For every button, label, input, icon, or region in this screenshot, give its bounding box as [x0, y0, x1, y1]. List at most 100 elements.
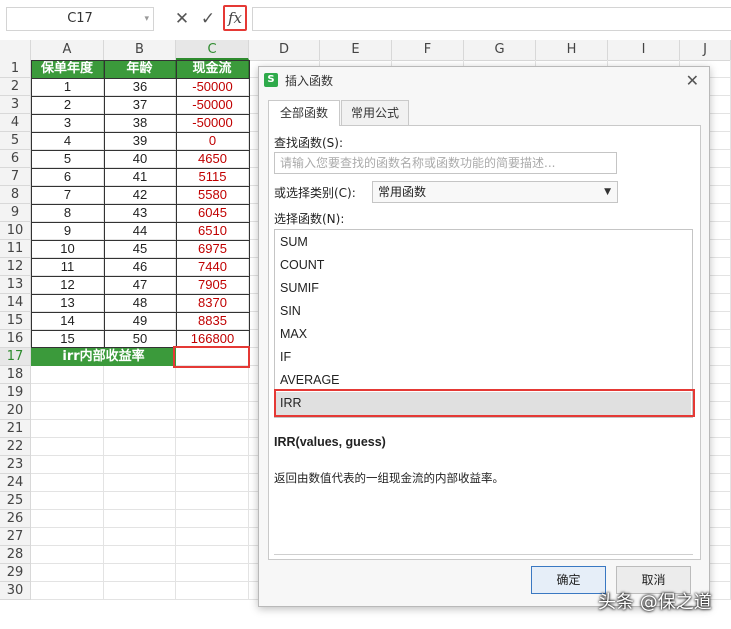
row-header-5[interactable]: 5: [0, 132, 31, 150]
table-cell[interactable]: 12: [31, 276, 104, 294]
table-cell[interactable]: 7: [31, 186, 104, 204]
table-cell[interactable]: 44: [104, 222, 176, 240]
table-cell[interactable]: 1: [31, 78, 104, 96]
name-box[interactable]: C17 ▾: [6, 7, 154, 31]
table-cell[interactable]: 39: [104, 132, 176, 150]
table-cell[interactable]: 40: [104, 150, 176, 168]
tab-common-formulas[interactable]: 常用公式: [341, 100, 409, 125]
row-header-11[interactable]: 11: [0, 240, 31, 258]
table-cell[interactable]: 36: [104, 78, 176, 96]
row-header-19[interactable]: 19: [0, 384, 31, 402]
table-cell[interactable]: 47: [104, 276, 176, 294]
function-item-sumif[interactable]: SUMIF: [276, 277, 691, 300]
column-header-d[interactable]: D: [249, 40, 320, 60]
function-item-sum[interactable]: SUM: [276, 231, 691, 254]
selected-cell-c17[interactable]: [173, 346, 250, 368]
table-cell[interactable]: 6045: [176, 204, 249, 222]
irr-label-cell[interactable]: irr内部收益率: [31, 348, 176, 366]
function-item-sin[interactable]: SIN: [276, 300, 691, 323]
close-icon[interactable]: ✕: [172, 8, 192, 30]
table-cell[interactable]: 14: [31, 312, 104, 330]
tab-all-functions[interactable]: 全部函数: [268, 100, 340, 126]
table-cell[interactable]: 5580: [176, 186, 249, 204]
table-cell[interactable]: 8: [31, 204, 104, 222]
table-cell[interactable]: 0: [176, 132, 249, 150]
ok-button[interactable]: 确定: [531, 566, 606, 594]
row-header-13[interactable]: 13: [0, 276, 31, 294]
table-cell[interactable]: 9: [31, 222, 104, 240]
table-cell[interactable]: -50000: [176, 114, 249, 132]
insert-function-button[interactable]: fx: [223, 5, 247, 31]
row-header-30[interactable]: 30: [0, 582, 31, 600]
column-header-c[interactable]: C: [176, 40, 249, 60]
row-header-24[interactable]: 24: [0, 474, 31, 492]
table-cell[interactable]: 50: [104, 330, 176, 348]
dropdown-arrow-icon[interactable]: ▼: [604, 182, 611, 202]
table-cell[interactable]: 8370: [176, 294, 249, 312]
row-header-20[interactable]: 20: [0, 402, 31, 420]
row-header-7[interactable]: 7: [0, 168, 31, 186]
table-cell[interactable]: 4650: [176, 150, 249, 168]
table-cell[interactable]: 37: [104, 96, 176, 114]
column-header-h[interactable]: H: [536, 40, 608, 60]
row-header-15[interactable]: 15: [0, 312, 31, 330]
table-cell[interactable]: 41: [104, 168, 176, 186]
row-header-6[interactable]: 6: [0, 150, 31, 168]
table-cell[interactable]: 3: [31, 114, 104, 132]
row-header-12[interactable]: 12: [0, 258, 31, 276]
table-cell[interactable]: 7905: [176, 276, 249, 294]
row-header-21[interactable]: 21: [0, 420, 31, 438]
table-cell[interactable]: 5: [31, 150, 104, 168]
table-cell[interactable]: 38: [104, 114, 176, 132]
row-header-1[interactable]: 1: [0, 60, 31, 78]
row-header-9[interactable]: 9: [0, 204, 31, 222]
table-cell[interactable]: -50000: [176, 78, 249, 96]
category-select[interactable]: 常用函数 ▼: [372, 181, 618, 203]
table-cell[interactable]: 45: [104, 240, 176, 258]
column-header-j[interactable]: J: [680, 40, 731, 60]
row-header-2[interactable]: 2: [0, 78, 31, 96]
table-cell[interactable]: 6975: [176, 240, 249, 258]
corner-cell[interactable]: [0, 40, 31, 60]
table-cell[interactable]: 15: [31, 330, 104, 348]
table-cell[interactable]: 4: [31, 132, 104, 150]
row-header-16[interactable]: 16: [0, 330, 31, 348]
row-header-25[interactable]: 25: [0, 492, 31, 510]
table-cell[interactable]: -50000: [176, 96, 249, 114]
table-cell[interactable]: 48: [104, 294, 176, 312]
table-cell[interactable]: 6510: [176, 222, 249, 240]
table-cell[interactable]: 6: [31, 168, 104, 186]
formula-input[interactable]: [252, 7, 731, 31]
column-header-a[interactable]: A: [31, 40, 104, 60]
table-cell[interactable]: 7440: [176, 258, 249, 276]
function-item-count[interactable]: COUNT: [276, 254, 691, 277]
column-header-g[interactable]: G: [464, 40, 536, 60]
table-header-cell[interactable]: 现金流: [176, 60, 249, 78]
column-header-b[interactable]: B: [104, 40, 176, 60]
row-header-18[interactable]: 18: [0, 366, 31, 384]
table-header-cell[interactable]: 年龄: [104, 60, 176, 78]
table-cell[interactable]: 5115: [176, 168, 249, 186]
table-cell[interactable]: 13: [31, 294, 104, 312]
row-header-4[interactable]: 4: [0, 114, 31, 132]
row-header-8[interactable]: 8: [0, 186, 31, 204]
row-header-10[interactable]: 10: [0, 222, 31, 240]
row-header-28[interactable]: 28: [0, 546, 31, 564]
table-cell[interactable]: 11: [31, 258, 104, 276]
row-header-29[interactable]: 29: [0, 564, 31, 582]
table-cell[interactable]: 43: [104, 204, 176, 222]
check-icon[interactable]: ✓: [198, 8, 218, 30]
table-cell[interactable]: 2: [31, 96, 104, 114]
table-cell[interactable]: 42: [104, 186, 176, 204]
function-item-max[interactable]: MAX: [276, 323, 691, 346]
function-item-if[interactable]: IF: [276, 346, 691, 369]
function-search-input[interactable]: 请输入您要查找的函数名称或函数功能的简要描述...: [274, 152, 617, 174]
row-header-26[interactable]: 26: [0, 510, 31, 528]
close-icon[interactable]: ✕: [686, 67, 699, 95]
table-header-cell[interactable]: 保单年度: [31, 60, 104, 78]
row-header-22[interactable]: 22: [0, 438, 31, 456]
column-header-i[interactable]: I: [608, 40, 680, 60]
column-header-f[interactable]: F: [392, 40, 464, 60]
table-cell[interactable]: 46: [104, 258, 176, 276]
row-header-27[interactable]: 27: [0, 528, 31, 546]
